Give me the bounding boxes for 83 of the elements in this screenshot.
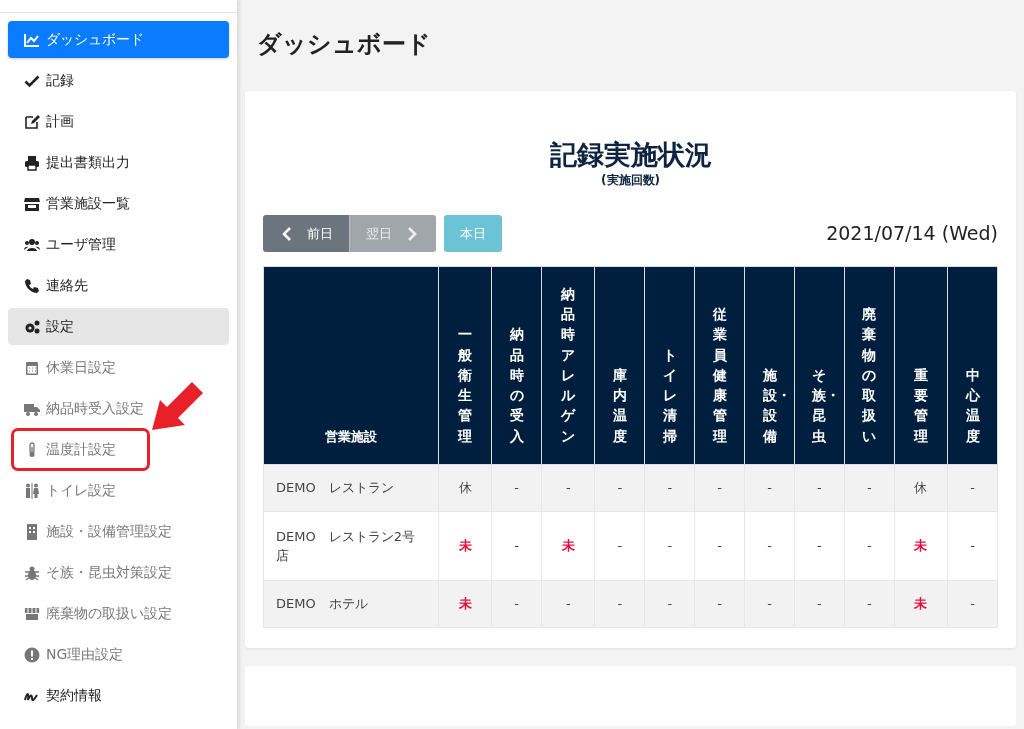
sidebar-subitem[interactable]: 納品時受入設定 — [8, 390, 229, 427]
status-cell: - — [491, 511, 542, 581]
previous-day-button[interactable]: 前日 — [263, 215, 349, 253]
edit-icon — [24, 113, 40, 130]
status-cell: - — [744, 580, 795, 628]
column-header: トイレ清掃 — [644, 266, 695, 465]
status-cell: - — [694, 511, 745, 581]
sidebar-subitem[interactable]: 施設・設備管理設定 — [8, 513, 229, 550]
sidebar-item[interactable]: 記録 — [8, 62, 229, 99]
calendar-icon — [24, 359, 40, 376]
sidebar-item[interactable]: 提出書類出力 — [8, 144, 229, 181]
column-header: 重要管理 — [894, 266, 948, 465]
status-cell: - — [844, 580, 895, 628]
printer-icon — [24, 154, 40, 171]
sidebar-item[interactable]: 営業施設一覧 — [8, 185, 229, 222]
status-cell: 未 — [894, 580, 948, 628]
sidebar-subitem[interactable]: 廃棄物の取扱い設定 — [8, 595, 229, 632]
card-title: 記録実施状況 — [548, 138, 713, 172]
status-cell: - — [844, 464, 895, 512]
sidebar-item[interactable]: ユーザ管理 — [8, 226, 229, 263]
column-header: 廃棄物の取扱い — [844, 266, 895, 465]
status-cell: 未 — [438, 511, 492, 581]
facility-cell: DEMO レストラン2号店 — [263, 511, 439, 581]
chart-icon — [24, 31, 40, 48]
dumpster-icon — [24, 605, 40, 622]
restroom-icon — [24, 482, 40, 499]
sidebar-item[interactable]: 設定 — [8, 308, 229, 345]
gears-icon — [24, 318, 40, 335]
sidebar-item[interactable]: 契約情報 — [8, 677, 229, 714]
column-header: 納品時の受入 — [491, 266, 542, 465]
status-cell: - — [694, 580, 745, 628]
status-cell: - — [947, 580, 998, 628]
building-icon — [24, 523, 40, 540]
column-header: 一般衛生管理 — [438, 266, 492, 465]
sidebar-subitem[interactable]: そ族・昆虫対策設定 — [8, 554, 229, 591]
column-header: 庫内温度 — [594, 266, 645, 465]
status-cell: - — [794, 511, 845, 581]
sidebar-item[interactable]: 連絡先 — [8, 267, 229, 304]
status-cell: - — [644, 580, 695, 628]
users-icon — [24, 236, 40, 253]
status-cell: - — [694, 464, 745, 512]
column-header: 納品時アレルゲン — [541, 266, 595, 465]
column-header: 施設・設備 — [744, 266, 795, 465]
status-cell: - — [644, 511, 695, 581]
date-label: 2021/07/14 (Wed) — [826, 221, 998, 247]
status-cell: - — [594, 580, 645, 628]
page-title: ダッシュボード — [257, 30, 432, 59]
sidebar-subitem[interactable]: NG理由設定 — [8, 636, 229, 673]
status-cell: - — [947, 511, 998, 581]
sidebar-subitem[interactable]: 温度計設定 — [14, 431, 147, 468]
status-cell: - — [794, 464, 845, 512]
status-cell: - — [491, 464, 542, 512]
status-cell: - — [541, 464, 595, 512]
bug-icon — [24, 564, 40, 581]
sidebar-item[interactable]: ダッシュボード — [8, 21, 229, 58]
facility-cell: DEMO ホテル — [263, 580, 439, 628]
status-cell: 休 — [894, 464, 948, 512]
sidebar-item[interactable]: 計画 — [8, 103, 229, 140]
card-subtitle: (実施回数) — [600, 172, 661, 190]
status-cell: - — [844, 511, 895, 581]
status-cell: - — [744, 464, 795, 512]
status-cell: - — [644, 464, 695, 512]
facility-cell: DEMO レストラン — [263, 464, 439, 512]
column-header: 従業員健康管理 — [694, 266, 745, 465]
exclamation-icon — [24, 646, 40, 663]
status-cell: 休 — [438, 464, 492, 512]
status-cell: - — [541, 580, 595, 628]
column-header: 中心温度 — [947, 266, 998, 465]
sidebar-subitem[interactable]: 休業日設定 — [8, 349, 229, 386]
sidebar-subitem[interactable]: トイレ設定 — [8, 472, 229, 509]
status-cell: - — [594, 511, 645, 581]
status-cell: - — [794, 580, 845, 628]
status-cell: - — [947, 464, 998, 512]
phone-icon — [24, 277, 40, 294]
status-cell: 未 — [541, 511, 595, 581]
status-cell: - — [594, 464, 645, 512]
status-cell: - — [744, 511, 795, 581]
store-icon — [24, 195, 40, 212]
status-cell: 未 — [894, 511, 948, 581]
status-cell: - — [491, 580, 542, 628]
column-header: そ族・昆虫 — [794, 266, 845, 465]
column-header: 営業施設 — [263, 266, 439, 465]
status-cell: 未 — [438, 580, 492, 628]
